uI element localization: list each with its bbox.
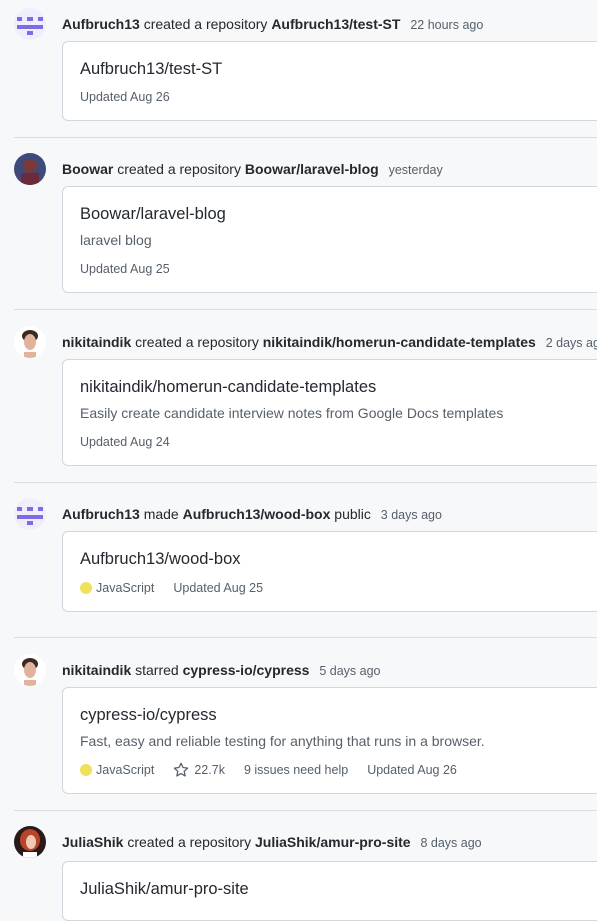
repo-name-link[interactable]: Aufbruch13/wood-box bbox=[80, 549, 241, 569]
user-photo-icon bbox=[14, 153, 46, 185]
repo-description: laravel blog bbox=[80, 232, 152, 248]
repo-meta: JavaScript Updated Aug 25 bbox=[80, 580, 263, 596]
repo-card: Aufbruch13/test-ST Updated Aug 26 bbox=[62, 41, 597, 121]
actor-link[interactable]: Aufbruch13 bbox=[62, 16, 140, 32]
event-time: yesterday bbox=[388, 163, 443, 177]
event-verb-suffix: public bbox=[334, 506, 371, 522]
repo-card: JuliaShik/amur-pro-site bbox=[62, 861, 597, 921]
avatar[interactable] bbox=[14, 498, 46, 530]
target-link[interactable]: JuliaShik/amur-pro-site bbox=[255, 834, 411, 850]
target-link[interactable]: Aufbruch13/test-ST bbox=[271, 16, 400, 32]
event-verb: created a repository bbox=[135, 334, 259, 350]
avatar[interactable] bbox=[14, 826, 46, 858]
user-photo-icon bbox=[14, 654, 46, 686]
repo-updated: Updated Aug 26 bbox=[80, 90, 170, 104]
avatar[interactable] bbox=[14, 153, 46, 185]
event-headline: nikitaindik starred cypress-io/cypress 5… bbox=[62, 661, 381, 680]
repo-name-link[interactable]: nikitaindik/homerun-candidate-templates bbox=[80, 377, 376, 397]
repo-language: JavaScript bbox=[96, 763, 155, 777]
event-time: 22 hours ago bbox=[410, 18, 484, 32]
event-headline: nikitaindik created a repository nikitai… bbox=[62, 333, 597, 352]
stars-count: 22.7k bbox=[194, 763, 225, 777]
event-headline: Aufbruch13 created a repository Aufbruch… bbox=[62, 15, 483, 34]
repo-card: Aufbruch13/wood-box JavaScript Updated A… bbox=[62, 531, 597, 612]
actor-link[interactable]: Boowar bbox=[62, 161, 113, 177]
divider bbox=[14, 482, 597, 483]
divider bbox=[14, 637, 597, 638]
event-headline: Boowar created a repository Boowar/larav… bbox=[62, 160, 443, 179]
repo-updated: Updated Aug 26 bbox=[367, 763, 457, 777]
repo-name-link[interactable]: Boowar/laravel-blog bbox=[80, 204, 226, 224]
event-time: 5 days ago bbox=[319, 664, 381, 678]
event-headline: JuliaShik created a repository JuliaShik… bbox=[62, 833, 482, 852]
repo-description: Easily create candidate interview notes … bbox=[80, 405, 504, 421]
user-photo-icon bbox=[14, 826, 46, 858]
event-verb: created a repository bbox=[117, 161, 241, 177]
event-time: 3 days ago bbox=[380, 508, 442, 522]
event-time: 8 days ago bbox=[420, 836, 482, 850]
star-icon bbox=[173, 762, 189, 778]
language-color-dot bbox=[80, 582, 92, 594]
event-verb: created a repository bbox=[127, 834, 252, 850]
repo-card: cypress-io/cypress Fast, easy and reliab… bbox=[62, 687, 597, 794]
identicon-icon bbox=[14, 498, 46, 530]
repo-meta: Updated Aug 25 bbox=[80, 261, 170, 277]
avatar[interactable] bbox=[14, 654, 46, 686]
target-link[interactable]: Aufbruch13/wood-box bbox=[183, 506, 331, 522]
repo-name-link[interactable]: JuliaShik/amur-pro-site bbox=[80, 879, 249, 899]
repo-meta: JavaScript 22.7k 9 issues need help Upda… bbox=[80, 762, 457, 778]
event-verb: starred bbox=[135, 662, 179, 678]
repo-meta: Updated Aug 26 bbox=[80, 89, 170, 105]
repo-description: Fast, easy and reliable testing for anyt… bbox=[80, 733, 485, 749]
repo-card: nikitaindik/homerun-candidate-templates … bbox=[62, 359, 597, 466]
event-verb: made bbox=[143, 506, 179, 522]
divider bbox=[14, 137, 597, 138]
actor-link[interactable]: JuliaShik bbox=[62, 834, 123, 850]
event-verb: created a repository bbox=[143, 16, 268, 32]
actor-link[interactable]: Aufbruch13 bbox=[62, 506, 140, 522]
event-time: 2 days ago bbox=[545, 336, 597, 350]
avatar[interactable] bbox=[14, 8, 46, 40]
repo-updated: Updated Aug 25 bbox=[80, 262, 170, 276]
target-link[interactable]: Boowar/laravel-blog bbox=[245, 161, 379, 177]
divider bbox=[14, 810, 597, 811]
repo-name-link[interactable]: cypress-io/cypress bbox=[80, 705, 217, 725]
actor-link[interactable]: nikitaindik bbox=[62, 334, 131, 350]
language-color-dot bbox=[80, 764, 92, 776]
avatar[interactable] bbox=[14, 326, 46, 358]
repo-meta: Updated Aug 24 bbox=[80, 434, 170, 450]
stars-link[interactable]: 22.7k bbox=[173, 762, 225, 778]
repo-updated: Updated Aug 25 bbox=[173, 581, 264, 595]
repo-name-link[interactable]: Aufbruch13/test-ST bbox=[80, 59, 222, 79]
repo-card: Boowar/laravel-blog laravel blog Updated… bbox=[62, 186, 597, 293]
help-issues-link[interactable]: 9 issues need help bbox=[244, 762, 348, 778]
user-photo-icon bbox=[14, 326, 46, 358]
actor-link[interactable]: nikitaindik bbox=[62, 662, 131, 678]
target-link[interactable]: nikitaindik/homerun-candidate-templates bbox=[263, 334, 536, 350]
identicon-icon bbox=[14, 8, 46, 40]
repo-updated: Updated Aug 24 bbox=[80, 435, 170, 449]
repo-language: JavaScript bbox=[96, 581, 155, 595]
divider bbox=[14, 309, 597, 310]
target-link[interactable]: cypress-io/cypress bbox=[183, 662, 310, 678]
event-headline: Aufbruch13 made Aufbruch13/wood-box publ… bbox=[62, 505, 442, 524]
